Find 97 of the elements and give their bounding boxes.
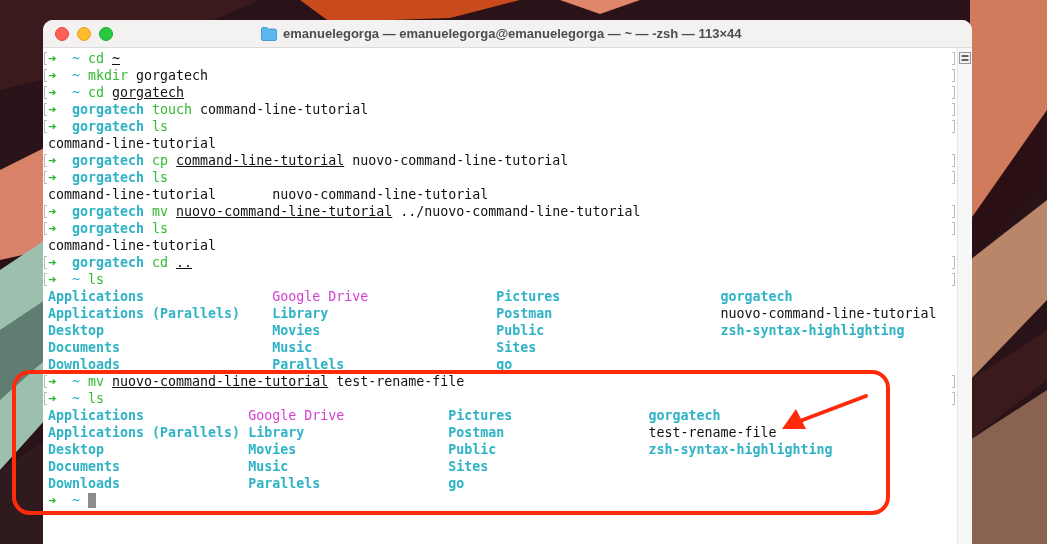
- command-name: mv: [88, 373, 105, 390]
- prompt-directory: ~: [72, 271, 81, 288]
- folder-name: Applications: [48, 289, 145, 304]
- command-argument: command-line-tutorial: [176, 152, 345, 169]
- prompt-arrow: ➜: [48, 271, 56, 288]
- prompt-arrow: ➜: [48, 50, 56, 67]
- command-argument: nuovo-command-line-tutorial: [112, 373, 329, 390]
- file-name: test-rename-file: [648, 425, 777, 440]
- command-name: cd: [152, 254, 169, 271]
- prompt-directory: gorgatech: [72, 101, 145, 118]
- folder-name: Public: [496, 323, 545, 338]
- prompt-arrow: ➜: [48, 152, 56, 169]
- folder-icon: [261, 26, 277, 41]
- prompt-directory: gorgatech: [72, 254, 145, 271]
- prompt-directory: gorgatech: [72, 220, 145, 237]
- prompt-directory: gorgatech: [72, 152, 145, 169]
- folder-name: go: [448, 476, 465, 491]
- command-argument: nuovo-command-line-tutorial: [176, 203, 393, 220]
- command-argument: test-rename-file: [336, 373, 465, 390]
- command-argument: gorgatech: [112, 84, 185, 101]
- prompt-directory: gorgatech: [72, 118, 145, 135]
- prompt-directory: ~: [72, 390, 81, 407]
- file-name: nuovo-command-line-tutorial: [720, 306, 937, 321]
- command-name: ls: [88, 390, 105, 407]
- prompt-arrow: ➜: [48, 390, 56, 407]
- folder-name: Music: [272, 340, 313, 355]
- file-name: command-line-tutorial: [48, 238, 217, 253]
- folder-name: Documents: [48, 340, 121, 355]
- command-name: mv: [152, 203, 169, 220]
- file-name: command-line-tutorial: [48, 136, 217, 151]
- command-name: ls: [152, 220, 169, 237]
- command-name: touch: [152, 101, 193, 118]
- folder-name: Parallels: [272, 357, 345, 372]
- folder-name: Pictures: [448, 408, 513, 423]
- window-title: emanuelegorga — emanuelegorga@emanuelegorga — ~ — -zsh — 113×44: [283, 26, 742, 41]
- prompt-arrow: ➜: [48, 220, 56, 237]
- folder-name: zsh-syntax-highlighting: [648, 442, 833, 457]
- command-name: ls: [152, 169, 169, 186]
- folder-name: Movies: [248, 442, 297, 457]
- close-button[interactable]: [55, 26, 69, 41]
- zoom-button[interactable]: [99, 26, 113, 41]
- command-name: cd: [88, 50, 105, 67]
- prompt-directory: ~: [72, 373, 81, 390]
- folder-name: Applications (Parallels): [48, 306, 241, 321]
- link-name: Google Drive: [272, 289, 369, 304]
- folder-name: Desktop: [48, 323, 105, 338]
- command-name: ls: [88, 271, 105, 288]
- folder-name: Public: [448, 442, 497, 457]
- prompt-arrow: ➜: [48, 492, 56, 509]
- prompt-directory: gorgatech: [72, 169, 145, 186]
- folder-name: Pictures: [496, 289, 561, 304]
- prompt-arrow: ➜: [48, 101, 56, 118]
- folder-name: Applications (Parallels): [48, 425, 241, 440]
- folder-name: Music: [248, 459, 289, 474]
- prompt-arrow: ➜: [48, 169, 56, 186]
- folder-name: gorgatech: [720, 289, 793, 304]
- folder-name: Desktop: [48, 442, 105, 457]
- prompt-arrow: ➜: [48, 84, 56, 101]
- command-argument: ../nuovo-command-line-tutorial: [400, 203, 641, 220]
- command-name: cp: [152, 152, 169, 169]
- folder-name: Sites: [448, 459, 489, 474]
- command-name: ls: [152, 118, 169, 135]
- file-name: nuovo-command-line-tutorial: [272, 187, 489, 202]
- minimize-button[interactable]: [77, 26, 91, 41]
- file-name: command-line-tutorial: [48, 187, 217, 202]
- link-name: Google Drive: [248, 408, 345, 423]
- prompt-directory: gorgatech: [72, 203, 145, 220]
- prompt-directory: ~: [72, 492, 81, 509]
- folder-name: Applications: [48, 408, 145, 423]
- folder-name: Documents: [48, 459, 121, 474]
- folder-name: Movies: [272, 323, 321, 338]
- folder-name: Postman: [496, 306, 553, 321]
- prompt-directory: ~: [72, 84, 81, 101]
- folder-name: Postman: [448, 425, 505, 440]
- folder-name: Parallels: [248, 476, 321, 491]
- command-argument: command-line-tutorial: [200, 101, 369, 118]
- folder-name: Sites: [496, 340, 537, 355]
- folder-name: gorgatech: [648, 408, 721, 423]
- command-name: cd: [88, 84, 105, 101]
- prompt-arrow: ➜: [48, 118, 56, 135]
- folder-name: Downloads: [48, 357, 121, 372]
- prompt-directory: ~: [72, 67, 81, 84]
- prompt-arrow: ➜: [48, 373, 56, 390]
- folder-name: Library: [272, 306, 329, 321]
- command-name: mkdir: [88, 67, 129, 84]
- prompt-arrow: ➜: [48, 67, 56, 84]
- folder-name: Library: [248, 425, 305, 440]
- prompt-arrow: ➜: [48, 254, 56, 271]
- command-argument: gorgatech: [136, 67, 209, 84]
- folder-name: Downloads: [48, 476, 121, 491]
- split-pane-icon[interactable]: [959, 52, 971, 64]
- prompt-directory: ~: [72, 50, 81, 67]
- command-argument: ~: [112, 50, 121, 67]
- folder-name: zsh-syntax-highlighting: [720, 323, 905, 338]
- command-argument: ..: [176, 254, 193, 271]
- command-argument: nuovo-command-line-tutorial: [352, 152, 569, 169]
- prompt-arrow: ➜: [48, 203, 56, 220]
